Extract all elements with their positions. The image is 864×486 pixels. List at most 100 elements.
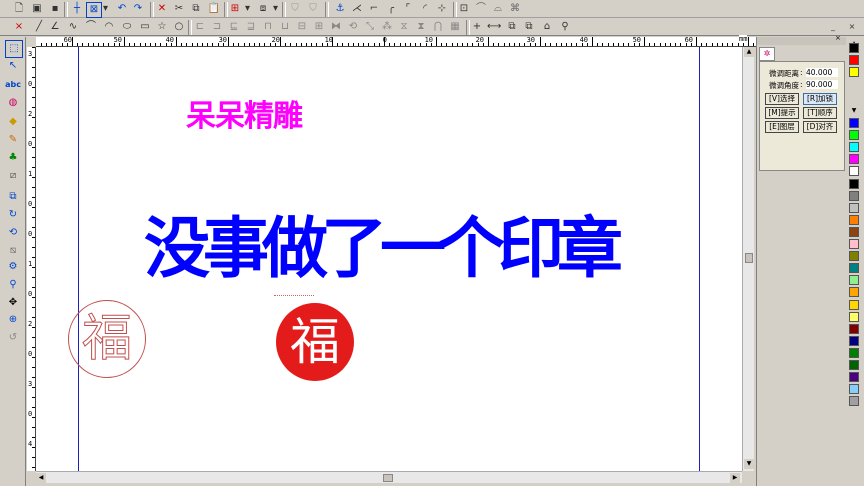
shield-outline-icon[interactable]: ⛉	[306, 2, 320, 16]
color-swatch[interactable]	[849, 214, 859, 225]
zoom-in-icon[interactable]: ⊕	[5, 312, 21, 328]
color-swatch[interactable]	[849, 142, 859, 153]
select-mode-button[interactable]: [V]选择	[765, 93, 799, 105]
color-swatch[interactable]	[849, 360, 859, 370]
pan-tool-icon[interactable]: ✥	[5, 295, 21, 311]
node-tool-icon[interactable]: ↖	[5, 58, 21, 74]
nudge-angle-value[interactable]: 90.000	[806, 80, 838, 89]
node-edit-icon[interactable]: ⚓	[333, 2, 347, 16]
corner-icon[interactable]: ⌐	[367, 2, 381, 16]
path-icon[interactable]: ⌒	[474, 2, 488, 16]
color-swatch[interactable]	[849, 226, 859, 237]
color-swatch[interactable]	[849, 396, 859, 407]
frame-icon[interactable]: ⊡	[457, 2, 471, 16]
copy-transform-icon[interactable]: ⧉	[522, 20, 536, 34]
eraser-tool-icon[interactable]: ⧄	[5, 168, 21, 184]
layer-icon[interactable]: ⧈	[256, 2, 270, 16]
nudge-distance-value[interactable]: 40.000	[806, 68, 838, 77]
scroll-down-arrow-icon[interactable]: ▼	[744, 459, 754, 469]
circle-tool-icon[interactable]: ◍	[5, 95, 21, 111]
vertical-scrollbar[interactable]: ▲ ▼	[742, 47, 754, 471]
mirror-tool-icon[interactable]: ⧉	[5, 189, 21, 205]
color-swatch[interactable]	[849, 275, 859, 286]
distribute-v-icon[interactable]: ⊞	[312, 20, 326, 34]
undo-icon[interactable]: ↶	[115, 2, 129, 16]
delete-icon[interactable]: ×	[12, 20, 26, 34]
window-minimize-icon[interactable]: _	[826, 20, 840, 34]
star-icon[interactable]: ☆	[155, 20, 169, 34]
corner-round-icon[interactable]: ╭	[384, 2, 398, 16]
text-tool-icon[interactable]: abc	[5, 77, 21, 93]
pen-tool-icon[interactable]: ✎	[5, 132, 21, 148]
zoom-rotate-icon[interactable]: ⟲	[5, 225, 21, 241]
color-swatch[interactable]	[849, 130, 859, 141]
scroll-right-arrow-icon[interactable]: ▶	[730, 473, 740, 483]
color-swatch[interactable]	[849, 251, 859, 262]
arc-three-point-icon[interactable]: ◠	[102, 20, 116, 34]
dropdown-arrow-icon[interactable]: ▾	[101, 2, 110, 16]
bucket-tool-icon[interactable]: ♣	[5, 150, 21, 166]
mirror-icon[interactable]: ⧓	[329, 20, 343, 34]
skew-tool-icon[interactable]: ⧅	[5, 243, 21, 259]
color-swatch[interactable]	[849, 347, 859, 358]
location-icon[interactable]: ⚲	[558, 20, 572, 34]
scale-icon[interactable]: ⤡	[363, 20, 377, 34]
engraving-text-small[interactable]: 呆呆精雕	[186, 91, 303, 135]
redo-icon[interactable]: ↷	[131, 2, 145, 16]
horizontal-scrollbar[interactable]: ◀ ▶	[36, 471, 742, 483]
trim-icon[interactable]: ⧗	[414, 20, 428, 34]
ellipse-icon[interactable]: ⬭	[120, 20, 134, 34]
align-middle-icon[interactable]: ⊓	[261, 20, 275, 34]
align-left-icon[interactable]: ⊏	[193, 20, 207, 34]
color-swatch[interactable]	[849, 335, 859, 346]
color-swatch[interactable]	[849, 118, 859, 128]
order-button[interactable]: [T]顺序	[803, 107, 837, 119]
bezier-icon[interactable]: ∿	[66, 20, 80, 34]
weld-icon[interactable]: ⧖	[397, 20, 411, 34]
align-button[interactable]: [D]对齐	[803, 121, 837, 133]
align-center-icon[interactable]: ⊐	[210, 20, 224, 34]
circle-icon[interactable]: ○	[172, 20, 186, 34]
color-swatch[interactable]	[849, 67, 859, 77]
vertical-scroll-thumb[interactable]	[745, 253, 753, 263]
color-swatch[interactable]	[849, 154, 859, 165]
align-bottom-icon[interactable]: ⊔	[278, 20, 292, 34]
distribute-h-icon[interactable]: ⊟	[295, 20, 309, 34]
delete-icon[interactable]: ✕	[155, 2, 169, 16]
window-close-icon[interactable]: ×	[845, 20, 859, 34]
select-tool-icon[interactable]: ⬚	[5, 40, 23, 58]
color-swatch[interactable]	[849, 311, 859, 322]
align-right-icon[interactable]: ⊑	[227, 20, 241, 34]
color-swatch[interactable]	[849, 190, 859, 201]
dropdown-arrow-icon[interactable]: ▾	[271, 2, 280, 16]
open-file-icon[interactable]: ▣	[30, 2, 44, 16]
shield-icon[interactable]: ⛉	[288, 2, 302, 16]
layer-button[interactable]: [E]图层	[765, 121, 799, 133]
transform-icon[interactable]: ⧉	[505, 20, 519, 34]
warp-icon[interactable]: ⌘	[508, 2, 522, 16]
copy-icon[interactable]: ⧉	[189, 2, 203, 16]
color-swatch[interactable]	[849, 178, 859, 189]
node-cut-icon[interactable]: ⋌	[350, 2, 364, 16]
node-join-icon[interactable]: ⊹	[435, 2, 449, 16]
rotate-icon[interactable]: ⟲	[346, 20, 360, 34]
refresh-icon[interactable]: ↺	[5, 330, 21, 346]
preview-icon[interactable]: ⌂	[540, 20, 554, 34]
color-swatch[interactable]	[849, 263, 859, 274]
add-node-icon[interactable]: +	[470, 20, 484, 34]
width-icon[interactable]: ⟷	[487, 20, 501, 34]
select-box-icon[interactable]: ⊠	[86, 2, 102, 18]
engraving-text-large[interactable]: 没事做了一个印章	[144, 195, 623, 291]
measure-tool-icon[interactable]: ⚙	[5, 259, 21, 275]
grid-icon[interactable]: ⊞	[228, 2, 242, 16]
palette-down-arrow-icon[interactable]: ▼	[849, 107, 859, 115]
polyline-icon[interactable]: ∠	[48, 20, 62, 34]
align-top-icon[interactable]: ⊒	[244, 20, 258, 34]
hint-button[interactable]: [M]提示	[765, 107, 799, 119]
scroll-left-arrow-icon[interactable]: ◀	[36, 473, 46, 483]
array-icon[interactable]: ⁂	[380, 20, 394, 34]
scroll-up-arrow-icon[interactable]: ▲	[744, 47, 754, 57]
color-swatch[interactable]	[849, 287, 859, 298]
color-swatch[interactable]	[849, 323, 859, 334]
save-file-icon[interactable]: ▪	[48, 2, 62, 16]
